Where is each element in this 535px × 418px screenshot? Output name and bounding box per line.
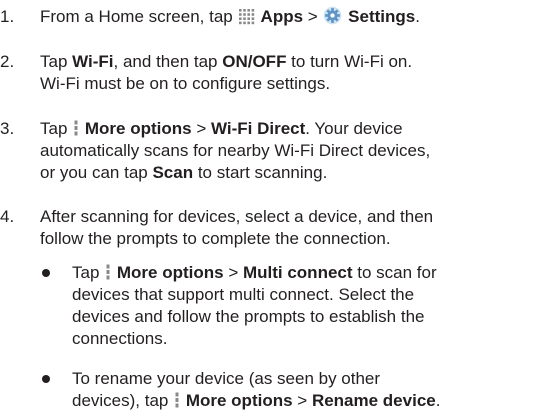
bold-term: More options xyxy=(80,119,192,138)
text-run: . xyxy=(415,7,420,26)
text-run: to turn Wi-Fi on. xyxy=(286,52,413,71)
step-text: Tap More options > Wi-Fi Direct. Your de… xyxy=(40,118,535,184)
bold-term: Settings xyxy=(343,7,416,26)
step-text: From a Home screen, tap Apps > Settings. xyxy=(40,6,535,28)
text-run: or you can tap xyxy=(40,163,153,182)
text-run: > xyxy=(191,119,211,138)
text-line: or you can tap Scan to start scanning. xyxy=(40,162,535,184)
bullet-text: To rename your device (as seen by other d… xyxy=(72,368,440,412)
text-line: Wi-Fi must be on to configure settings. xyxy=(40,73,535,95)
text-line: Tap More options > Multi connect to scan… xyxy=(72,262,437,284)
text-line: connections. xyxy=(72,328,437,350)
text-run: to start scanning. xyxy=(193,163,328,182)
text-run: automatically scans for nearby Wi-Fi Dir… xyxy=(40,141,431,160)
text-run: From a Home screen, tap xyxy=(40,7,238,26)
text-line: devices that support multi connect. Sele… xyxy=(72,284,437,306)
text-run: devices), tap xyxy=(72,391,174,410)
text-line: To rename your device (as seen by other xyxy=(72,368,440,390)
text-run: Tap xyxy=(40,119,73,138)
text-line: devices and follow the prompts to establ… xyxy=(72,306,437,328)
more-options-icon xyxy=(174,391,180,415)
text-line: Tap More options > Wi-Fi Direct. Your de… xyxy=(40,118,535,140)
bold-term: Multi connect xyxy=(242,263,353,282)
bold-term: Wi-Fi xyxy=(72,52,114,71)
text-line: automatically scans for nearby Wi-Fi Dir… xyxy=(40,140,535,162)
step-text: Tap Wi-Fi, and then tap ON/OFF to turn W… xyxy=(40,51,535,95)
step-text: After scanning for devices, select a dev… xyxy=(40,206,535,250)
text-run: Tap xyxy=(72,263,105,282)
text-run: devices and follow the prompts to establ… xyxy=(72,307,425,326)
text-run: to scan for xyxy=(352,263,437,282)
bold-term: Scan xyxy=(152,163,194,182)
bullet-dot xyxy=(42,375,50,383)
bold-term: ON/OFF xyxy=(222,52,287,71)
text-run: . xyxy=(435,391,441,410)
text-run: > xyxy=(223,263,243,282)
text-run: > xyxy=(292,391,312,410)
text-line: Tap Wi-Fi, and then tap ON/OFF to turn W… xyxy=(40,51,535,73)
apps-grid-icon xyxy=(238,8,255,31)
text-run: connections. xyxy=(72,329,168,348)
step-number: 2. xyxy=(0,52,15,71)
bold-term: Wi-Fi Direct xyxy=(210,119,306,138)
text-run: , and then tap xyxy=(113,52,223,71)
text-run: Tap xyxy=(40,52,73,71)
bold-term: More options xyxy=(181,391,293,410)
text-run: To rename your device (as seen by other xyxy=(72,369,381,388)
step-number: 3. xyxy=(0,119,15,138)
bullet-text: Tap More options > Multi connect to scan… xyxy=(72,262,437,350)
settings-gear-icon xyxy=(323,6,342,31)
bullet-dot xyxy=(42,269,50,277)
text-run: . Your device xyxy=(305,119,403,138)
step-number: 4. xyxy=(0,207,15,226)
text-line: From a Home screen, tap Apps > Settings. xyxy=(40,6,535,28)
bold-term: Apps xyxy=(256,7,304,26)
text-run: devices that support multi connect. Sele… xyxy=(72,285,415,304)
text-line: devices), tap More options > Rename devi… xyxy=(72,390,440,412)
bold-term: More options xyxy=(112,263,224,282)
bold-term: Rename device xyxy=(311,391,436,410)
text-run: Wi-Fi must be on to configure settings. xyxy=(40,74,331,93)
text-line: After scanning for devices, select a dev… xyxy=(40,206,535,228)
text-run: After scanning for devices, select a dev… xyxy=(40,207,434,226)
text-run: > xyxy=(303,7,323,26)
step-number: 1. xyxy=(0,7,15,26)
text-run: follow the prompts to complete the conne… xyxy=(40,229,391,248)
instructions-document: 1. From a Home screen, tap Apps > Settin… xyxy=(0,0,535,418)
text-line: follow the prompts to complete the conne… xyxy=(40,228,535,250)
